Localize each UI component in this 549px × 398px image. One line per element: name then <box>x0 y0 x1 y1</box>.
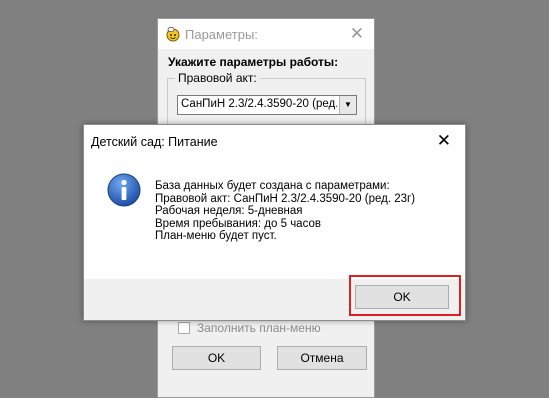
ok-button-highlight <box>349 275 461 316</box>
message-box-close-icon[interactable]: ✕ <box>437 131 451 151</box>
app-icon <box>166 26 180 42</box>
info-icon <box>107 173 141 207</box>
legal-act-select[interactable]: СанПиН 2.3/2.4.3590-20 (ред. 23г) ▼ <box>177 95 357 115</box>
parameters-ok-button[interactable]: OK <box>172 346 261 370</box>
chevron-down-icon[interactable]: ▼ <box>339 96 356 114</box>
message-line: План-меню будет пуст. <box>155 230 277 243</box>
message-box-title-bar: Детский сад: Питание ✕ <box>84 125 465 157</box>
legal-act-value: СанПиН 2.3/2.4.3590-20 (ред. 23г) <box>181 98 337 110</box>
message-box-title: Детский сад: Питание <box>91 135 218 149</box>
parameters-cancel-button[interactable]: Отмена <box>277 346 367 370</box>
parameters-title: Параметры: <box>185 27 258 42</box>
message-line: База данных будет создана с параметрами: <box>155 180 390 192</box>
parameters-title-bar: Параметры: ✕ <box>158 19 374 49</box>
message-line: Рабочая неделя: 5-дневная <box>155 205 303 218</box>
fill-menu-label: Заполнить план-меню <box>197 321 321 335</box>
message-text: База данных будет создана с параметрами:… <box>155 180 415 243</box>
legal-act-label: Правовой акт: <box>175 71 260 85</box>
message-line: Правовой акт: СанПиН 2.3/2.4.3590-20 (ре… <box>155 192 416 205</box>
fill-menu-checkbox[interactable] <box>178 322 190 334</box>
message-line: Время пребывания: до 5 часов <box>155 217 321 230</box>
parameters-close-icon[interactable]: ✕ <box>350 24 364 44</box>
parameters-prompt: Укажите параметры работы: <box>168 55 339 69</box>
